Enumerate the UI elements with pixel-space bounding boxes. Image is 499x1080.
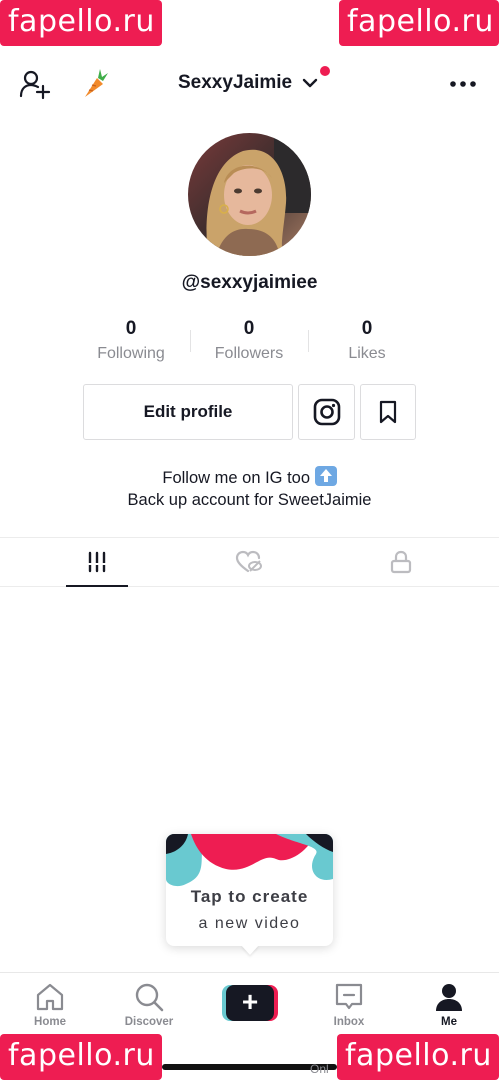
grid-icon	[88, 551, 106, 573]
tab-private[interactable]	[318, 538, 484, 586]
stat-followers[interactable]: 0 Followers	[199, 318, 299, 363]
watermark-bottom-right: fapello.ru	[337, 1034, 499, 1080]
bio-line-1: Follow me on IG too	[0, 466, 499, 489]
heart-hidden-icon	[235, 550, 262, 573]
chevron-down-icon[interactable]	[302, 76, 318, 90]
nav-inbox-label: Inbox	[333, 1016, 365, 1028]
bookmark-icon	[379, 400, 397, 424]
content-tabs	[0, 537, 499, 587]
person-icon	[436, 984, 462, 1011]
nav-home-label: Home	[34, 1016, 66, 1028]
watermark-top-left: fapello.ru	[0, 0, 162, 46]
favorites-button[interactable]	[360, 384, 416, 440]
home-icon	[36, 983, 64, 1011]
create-video-tooltip[interactable]: Tap to create a new video	[166, 834, 333, 946]
inbox-icon	[335, 983, 363, 1010]
carrot-icon[interactable]	[76, 66, 110, 100]
watermark-bottom-left: fapello.ru	[0, 1034, 162, 1080]
nav-me[interactable]: Me	[399, 979, 499, 1033]
followers-label: Followers	[214, 345, 284, 362]
bottom-navigation: Home Discover + Inbox Me	[0, 972, 499, 1032]
stat-likes[interactable]: 0 Likes	[317, 318, 417, 363]
nav-me-label: Me	[441, 1016, 457, 1028]
partial-footer-text: Onl	[310, 1062, 329, 1076]
edit-profile-button[interactable]: Edit profile	[83, 384, 293, 440]
username-title[interactable]: SexxyJaimie	[178, 72, 292, 94]
following-label: Following	[97, 345, 165, 362]
tooltip-illustration	[166, 834, 333, 894]
stat-divider	[308, 330, 309, 352]
instagram-button[interactable]	[298, 384, 355, 440]
nav-home[interactable]: Home	[0, 979, 100, 1033]
up-arrow-emoji-icon	[314, 466, 337, 486]
likes-count: 0	[361, 318, 373, 339]
likes-label: Likes	[348, 345, 386, 362]
tab-liked[interactable]	[166, 538, 332, 586]
profile-header: SexxyJaimie	[0, 62, 499, 108]
stat-divider	[190, 330, 191, 352]
bio-line-1-text: Follow me on IG too	[162, 469, 311, 487]
profile-handle: @sexxyjaimiee	[181, 272, 318, 293]
notification-dot	[320, 66, 330, 76]
tooltip-subtitle: a new video	[198, 915, 301, 932]
more-options-icon[interactable]	[448, 74, 478, 94]
profile-bio: Follow me on IG too Back up account for …	[0, 466, 499, 511]
nav-create[interactable]: +	[200, 979, 300, 1033]
tooltip-arrow	[241, 945, 259, 955]
create-button[interactable]: +	[222, 985, 278, 1021]
search-icon	[135, 983, 164, 1012]
lock-icon	[390, 550, 412, 574]
following-count: 0	[125, 318, 137, 339]
avatar[interactable]	[188, 133, 311, 256]
instagram-icon	[313, 398, 340, 426]
bio-line-2: Back up account for SweetJaimie	[127, 491, 372, 509]
active-tab-indicator	[66, 585, 128, 587]
stat-following[interactable]: 0 Following	[81, 318, 181, 363]
add-user-icon[interactable]	[18, 67, 52, 101]
nav-discover[interactable]: Discover	[99, 979, 199, 1033]
tab-videos[interactable]	[12, 538, 182, 587]
nav-discover-label: Discover	[124, 1016, 174, 1028]
plus-icon: +	[241, 986, 259, 1017]
tooltip-title: Tap to create	[190, 887, 309, 906]
followers-count: 0	[243, 318, 255, 339]
nav-inbox[interactable]: Inbox	[299, 979, 399, 1033]
watermark-top-right: fapello.ru	[339, 0, 499, 46]
